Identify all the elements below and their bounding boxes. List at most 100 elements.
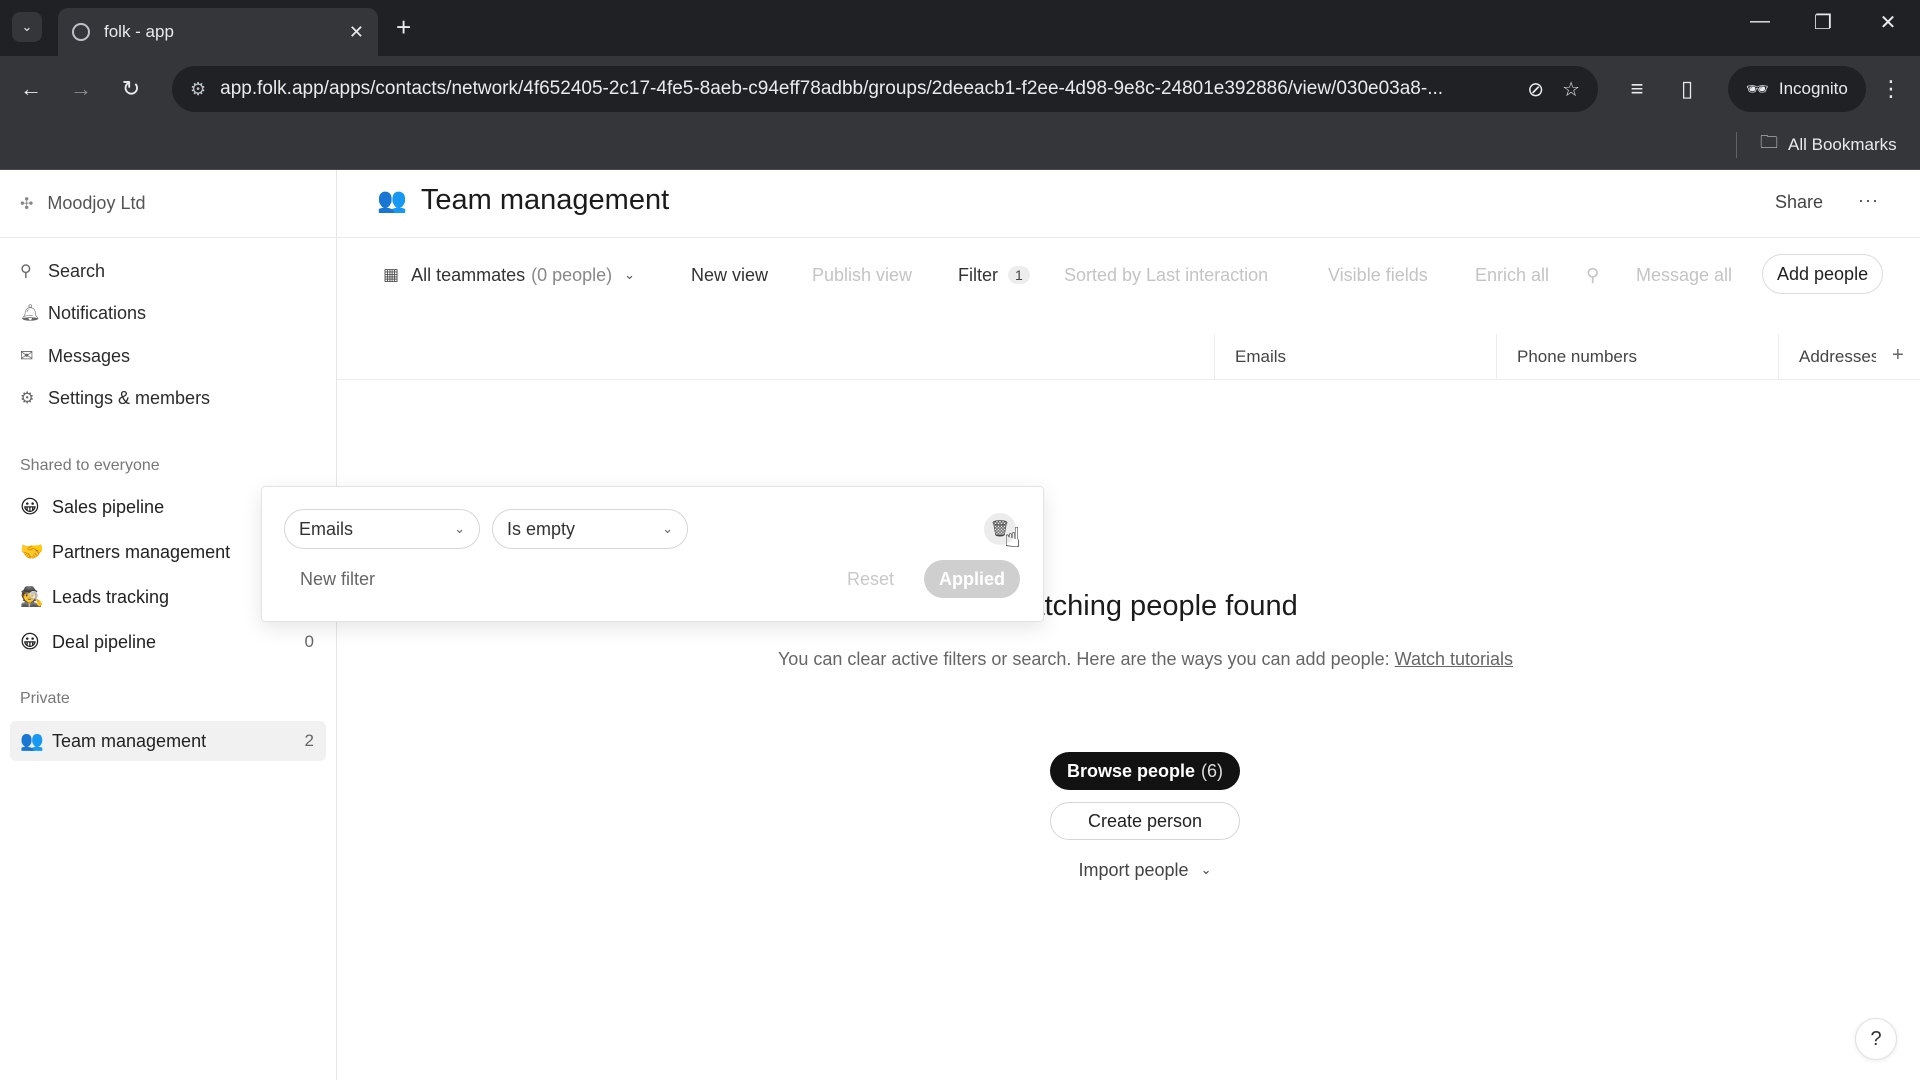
incognito-label: Incognito bbox=[1778, 79, 1848, 98]
more-options-icon[interactable]: ··· bbox=[1858, 190, 1879, 211]
sidebar-link-settings[interactable]: ⚙ Settings & members bbox=[20, 383, 210, 413]
chevron-down-icon: ⌄ bbox=[662, 521, 673, 536]
browser-menu-icon[interactable]: ⋮ bbox=[1876, 74, 1906, 104]
favicon-icon bbox=[72, 23, 90, 41]
back-arrow-icon[interactable]: ← bbox=[16, 74, 46, 104]
browse-people-label: Browse people bbox=[1066, 760, 1196, 781]
table-view-icon: ▦ bbox=[383, 265, 400, 284]
incognito-icon: 🕶 bbox=[1746, 78, 1769, 99]
minimize-icon[interactable]: — bbox=[1740, 10, 1780, 33]
all-bookmarks-button[interactable]: 🗀 All Bookmarks bbox=[1760, 132, 1897, 158]
enrich-all-button[interactable]: Enrich all bbox=[1475, 260, 1549, 290]
sidebar-group-team-management[interactable]: 👥 Team management 2 bbox=[10, 721, 326, 761]
forward-arrow-icon[interactable]: → bbox=[66, 74, 96, 104]
workspace-icon: ✣ bbox=[20, 195, 34, 213]
add-column-plus-icon[interactable]: + bbox=[1892, 344, 1904, 367]
sort-button[interactable]: Sorted by Last interaction bbox=[1064, 260, 1268, 290]
gear-icon: ⚙ bbox=[20, 390, 35, 407]
workspace-switcher[interactable]: ✣ Moodjoy Ltd bbox=[0, 170, 337, 238]
browse-people-button[interactable]: Browse people (6) bbox=[1050, 752, 1240, 790]
group-emoji-icon: 😀 bbox=[20, 496, 40, 518]
hand-pointer-cursor-icon: ☝ bbox=[1004, 522, 1022, 553]
sidebar-link-notifications[interactable]: 🔔︎ Notifications bbox=[20, 298, 146, 328]
empty-state-subtitle-text: You can clear active filters or search. … bbox=[777, 649, 1390, 669]
import-people-button[interactable]: Import people ⌄ bbox=[1050, 854, 1240, 886]
publish-view-button[interactable]: Publish view bbox=[812, 260, 912, 290]
main-content: 👥 Team management Share ··· ▦ All teamma… bbox=[337, 170, 1920, 1080]
chevron-down-icon: ⌄ bbox=[1200, 862, 1212, 877]
view-selector[interactable]: ▦ All teammates (0 people) ⌄ bbox=[383, 260, 635, 290]
filter-button[interactable]: Filter 1 bbox=[958, 260, 1030, 290]
incognito-indicator[interactable]: 🕶 Incognito bbox=[1728, 66, 1866, 112]
toolbar-search-icon[interactable]: ⚲ bbox=[1586, 260, 1599, 290]
page-title: 👥 Team management bbox=[377, 184, 669, 217]
all-bookmarks-label: All Bookmarks bbox=[1788, 135, 1897, 154]
sidebar: ✣ Moodjoy Ltd ⚲ Search 🔔︎ Notifications … bbox=[0, 170, 337, 1080]
bookmarks-divider bbox=[1736, 132, 1737, 158]
group-count: 2 bbox=[304, 731, 314, 750]
group-emoji-icon: 😀 bbox=[20, 631, 40, 653]
eye-off-icon[interactable]: ⊘ bbox=[1527, 77, 1544, 102]
people-icon: 👥 bbox=[377, 187, 407, 214]
table-header: Emails Phone numbers Addresses + bbox=[337, 334, 1920, 380]
address-bar[interactable]: ⚙ app.folk.app/apps/contacts/network/4f6… bbox=[172, 66, 1598, 112]
empty-state-subtitle: You can clear active filters or search. … bbox=[767, 646, 1524, 672]
page-header: 👥 Team management Share ··· bbox=[337, 170, 1920, 238]
chevron-down-icon: ⌄ bbox=[624, 267, 636, 282]
group-count: 0 bbox=[304, 632, 314, 651]
applied-button[interactable]: Applied bbox=[924, 560, 1020, 598]
group-name: Deal pipeline bbox=[52, 631, 157, 652]
bell-icon: 🔔︎ bbox=[20, 305, 41, 322]
column-header-phone-numbers[interactable]: Phone numbers bbox=[1496, 334, 1778, 380]
mail-icon: ✉ bbox=[20, 348, 34, 365]
bookmarks-bar: 🗀 All Bookmarks bbox=[0, 122, 1920, 170]
filter-field-select[interactable]: Emails ⌄ bbox=[284, 509, 480, 549]
reload-icon[interactable]: ↻ bbox=[116, 74, 146, 104]
view-name: All teammates bbox=[411, 264, 526, 285]
group-name: Team management bbox=[52, 730, 207, 751]
shared-section-heading: Shared to everyone bbox=[20, 457, 160, 474]
tab-title: folk - app bbox=[104, 22, 174, 41]
page-title-text: Team management bbox=[420, 184, 670, 216]
sidebar-link-search[interactable]: ⚲ Search bbox=[20, 256, 105, 286]
filter-operator-select[interactable]: Is empty ⌄ bbox=[492, 509, 688, 549]
url-text[interactable]: app.folk.app/apps/contacts/network/4f652… bbox=[220, 78, 1509, 100]
visible-fields-button[interactable]: Visible fields bbox=[1328, 260, 1428, 290]
sidebar-link-label: Settings & members bbox=[48, 387, 211, 408]
side-panel-icon[interactable]: ▯ bbox=[1672, 74, 1702, 104]
filter-popover: Emails ⌄ Is empty ⌄ 🗑 ☝ New filter Reset… bbox=[261, 486, 1044, 622]
site-info-icon[interactable]: ⚙ bbox=[190, 79, 206, 100]
sidebar-link-label: Notifications bbox=[48, 302, 147, 323]
tab-search-chevron-icon[interactable]: ⌄ bbox=[12, 12, 42, 42]
group-emoji-icon: 🕵 bbox=[20, 587, 44, 608]
view-count: (0 people) bbox=[531, 264, 613, 285]
create-person-button[interactable]: Create person bbox=[1050, 802, 1240, 840]
add-people-button[interactable]: Add people bbox=[1762, 254, 1884, 294]
browse-people-count: (6) bbox=[1201, 760, 1224, 781]
window-close-icon[interactable]: ✕ bbox=[1868, 10, 1908, 35]
sidebar-link-label: Messages bbox=[48, 345, 131, 366]
folk-app: ✣ Moodjoy Ltd ⚲ Search 🔔︎ Notifications … bbox=[0, 170, 1920, 1080]
browser-tab[interactable]: folk - app ✕ bbox=[58, 8, 378, 56]
restore-icon[interactable]: ❐ bbox=[1803, 10, 1843, 35]
close-tab-icon[interactable]: ✕ bbox=[349, 22, 364, 43]
filter-count-badge: 1 bbox=[1008, 266, 1030, 284]
sidebar-link-messages[interactable]: ✉ Messages bbox=[20, 341, 130, 371]
column-header-emails[interactable]: Emails bbox=[1214, 334, 1496, 380]
new-tab-plus-icon[interactable]: + bbox=[396, 12, 411, 42]
message-all-button[interactable]: Message all bbox=[1636, 260, 1732, 290]
folder-icon: 🗀 bbox=[1760, 132, 1778, 152]
share-button[interactable]: Share bbox=[1775, 192, 1823, 213]
import-people-label: Import people bbox=[1078, 859, 1189, 880]
help-button[interactable]: ? bbox=[1855, 1018, 1897, 1060]
column-header-addresses[interactable]: Addresses bbox=[1778, 334, 1876, 380]
new-filter-button[interactable]: New filter bbox=[300, 569, 375, 590]
workspace-name: Moodjoy Ltd bbox=[47, 193, 146, 213]
new-view-button[interactable]: New view bbox=[691, 260, 768, 290]
star-icon[interactable]: ☆ bbox=[1562, 77, 1580, 102]
sidebar-group-deal-pipeline[interactable]: 😀 Deal pipeline 0 bbox=[10, 622, 326, 662]
media-icon[interactable]: ≡ bbox=[1622, 74, 1652, 104]
reset-filter-button[interactable]: Reset bbox=[847, 569, 894, 590]
watch-tutorials-link[interactable]: Watch tutorials bbox=[1395, 649, 1513, 669]
filter-field-value: Emails bbox=[299, 518, 354, 539]
